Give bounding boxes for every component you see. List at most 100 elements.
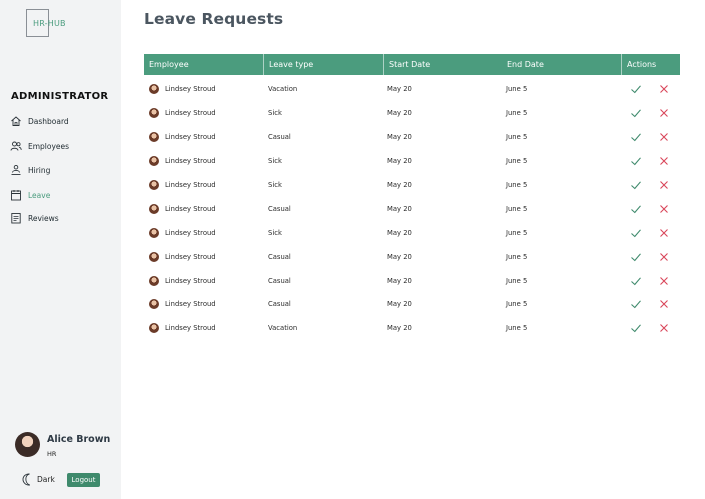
dark-mode-toggle[interactable]: Dark: [22, 473, 55, 486]
start-date: May 20: [387, 109, 412, 117]
approve-check-icon[interactable]: [630, 322, 642, 334]
reject-close-icon[interactable]: [658, 179, 670, 191]
approve-check-icon[interactable]: [630, 251, 642, 263]
employee-name: Lindsey Stroud: [165, 133, 216, 141]
approve-check-icon[interactable]: [630, 203, 642, 215]
avatar: [149, 299, 159, 309]
role-heading: ADMINISTRATOR: [11, 91, 109, 102]
approve-check-icon[interactable]: [630, 155, 642, 167]
avatar: [149, 108, 159, 118]
start-date: May 20: [387, 277, 412, 285]
reject-close-icon[interactable]: [658, 107, 670, 119]
start-date: May 20: [387, 300, 412, 308]
employee-name: Lindsey Stroud: [165, 85, 216, 93]
profile-name: Alice Brown: [47, 434, 111, 445]
column-header-leave-type[interactable]: Leave type: [263, 54, 383, 75]
profile-role: HR: [47, 450, 57, 458]
reject-close-icon[interactable]: [658, 131, 670, 143]
leave-type: Vacation: [268, 324, 298, 332]
end-date: June 5: [506, 229, 528, 237]
hiring-icon: [11, 164, 21, 175]
reject-close-icon[interactable]: [658, 275, 670, 287]
reject-close-icon[interactable]: [658, 298, 670, 310]
approve-check-icon[interactable]: [630, 298, 642, 310]
table-row: Lindsey Stroud Vacation May 20 June 5: [144, 316, 680, 340]
approve-check-icon[interactable]: [630, 275, 642, 287]
reject-close-icon[interactable]: [658, 203, 670, 215]
approve-check-icon[interactable]: [630, 83, 642, 95]
avatar: [15, 432, 40, 457]
employee-name: Lindsey Stroud: [165, 205, 216, 213]
avatar: [149, 156, 159, 166]
approve-check-icon[interactable]: [630, 131, 642, 143]
avatar: [149, 228, 159, 238]
column-header-end-date[interactable]: End Date: [502, 54, 621, 75]
employee-name: Lindsey Stroud: [165, 324, 216, 332]
approve-check-icon[interactable]: [630, 227, 642, 239]
table-row: Lindsey Stroud Sick May 20 June 5: [144, 221, 680, 245]
sidebar-item-hiring[interactable]: Hiring: [10, 163, 50, 177]
approve-check-icon[interactable]: [630, 179, 642, 191]
reject-close-icon[interactable]: [658, 155, 670, 167]
clipboard-icon: [11, 213, 21, 224]
start-date: May 20: [387, 324, 412, 332]
home-icon: [11, 116, 21, 126]
start-date: May 20: [387, 181, 412, 189]
end-date: June 5: [506, 157, 528, 165]
avatar: [149, 323, 159, 333]
leave-type: Casual: [268, 205, 291, 213]
end-date: June 5: [506, 277, 528, 285]
end-date: June 5: [506, 324, 528, 332]
end-date: June 5: [506, 205, 528, 213]
end-date: June 5: [506, 253, 528, 261]
table-row: Lindsey Stroud Vacation May 20 June 5: [144, 77, 680, 101]
leave-type: Sick: [268, 157, 282, 165]
sidebar-item-employees[interactable]: Employees: [10, 139, 69, 153]
sidebar-item-label: Leave: [28, 190, 51, 200]
end-date: June 5: [506, 133, 528, 141]
table-row: Lindsey Stroud Casual May 20 June 5: [144, 125, 680, 149]
sidebar-item-label: Employees: [28, 141, 70, 151]
leave-type: Casual: [268, 300, 291, 308]
reject-close-icon[interactable]: [658, 251, 670, 263]
start-date: May 20: [387, 85, 412, 93]
avatar: [149, 132, 159, 142]
reject-close-icon[interactable]: [658, 227, 670, 239]
avatar: [149, 276, 159, 286]
employee-name: Lindsey Stroud: [165, 181, 216, 189]
reject-close-icon[interactable]: [658, 322, 670, 334]
reject-close-icon[interactable]: [658, 83, 670, 95]
end-date: June 5: [506, 181, 528, 189]
leave-type: Sick: [268, 181, 282, 189]
approve-check-icon[interactable]: [630, 107, 642, 119]
table-row: Lindsey Stroud Sick May 20 June 5: [144, 101, 680, 125]
start-date: May 20: [387, 157, 412, 165]
employee-name: Lindsey Stroud: [165, 109, 216, 117]
users-icon: [10, 141, 22, 151]
avatar: [149, 84, 159, 94]
column-header-actions: Actions: [621, 54, 680, 75]
start-date: May 20: [387, 253, 412, 261]
table-row: Lindsey Stroud Sick May 20 June 5: [144, 149, 680, 173]
end-date: June 5: [506, 300, 528, 308]
table-row: Lindsey Stroud Casual May 20 June 5: [144, 197, 680, 221]
sidebar-item-label: Dashboard: [28, 116, 69, 126]
leave-type: Casual: [268, 277, 291, 285]
sidebar: HR-HUB ADMINISTRATOR Dashboard Employees…: [0, 0, 121, 499]
sidebar-item-reviews[interactable]: Reviews: [10, 211, 59, 225]
sidebar-item-leave[interactable]: Leave: [10, 188, 50, 202]
page-title: Leave Requests: [144, 10, 284, 28]
avatar: [149, 204, 159, 214]
sidebar-item-dashboard[interactable]: Dashboard: [10, 114, 69, 128]
logout-button[interactable]: Logout: [67, 473, 100, 487]
leave-type: Casual: [268, 253, 291, 261]
sidebar-item-label: Hiring: [28, 165, 51, 175]
table-row: Lindsey Stroud Casual May 20 June 5: [144, 269, 680, 293]
table-row: Lindsey Stroud Sick May 20 June 5: [144, 173, 680, 197]
table-row: Lindsey Stroud Casual May 20 June 5: [144, 292, 680, 316]
calendar-icon: [11, 190, 21, 201]
column-header-employee[interactable]: Employee: [144, 54, 263, 75]
employee-name: Lindsey Stroud: [165, 253, 216, 261]
employee-name: Lindsey Stroud: [165, 229, 216, 237]
column-header-start-date[interactable]: Start Date: [383, 54, 502, 75]
